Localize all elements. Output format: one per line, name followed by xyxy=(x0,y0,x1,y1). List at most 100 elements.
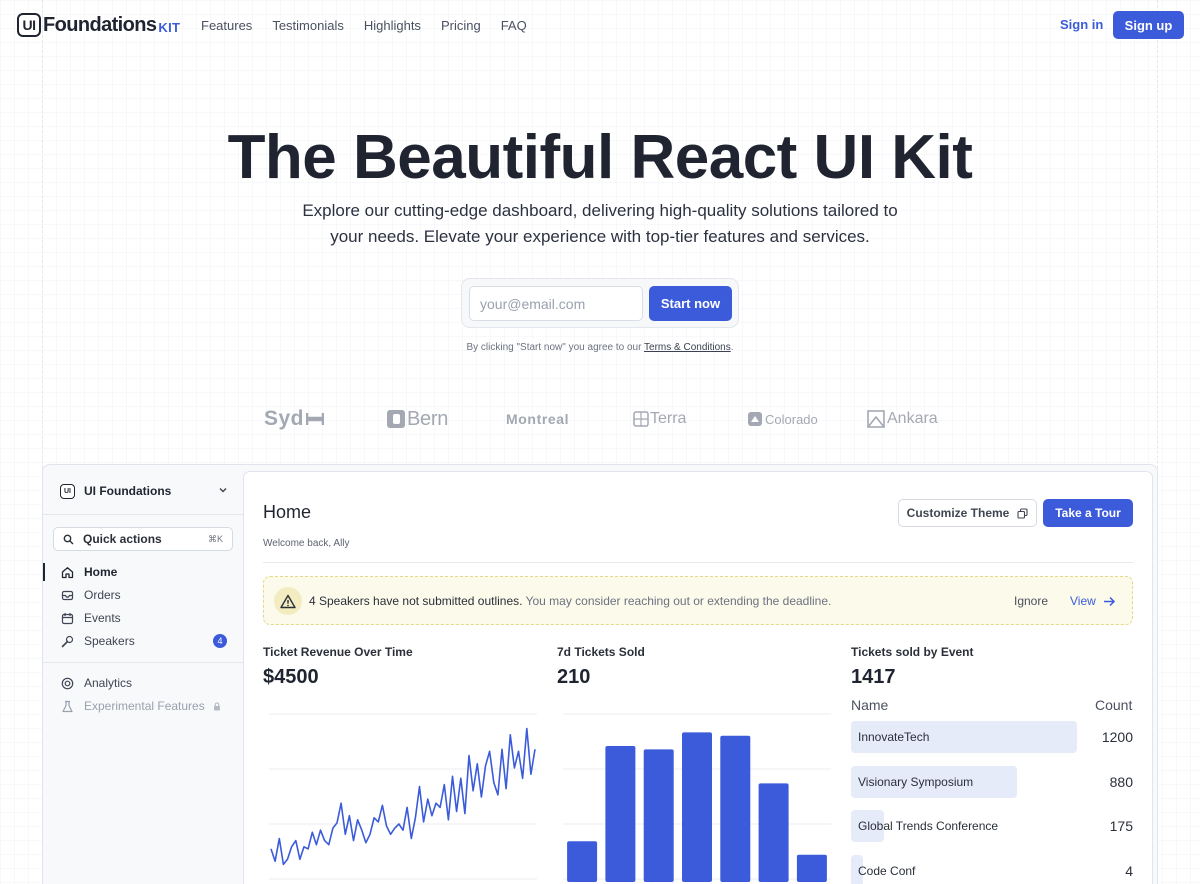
bar-wed xyxy=(682,732,712,882)
table-row: Code Conf 4 xyxy=(851,855,1133,884)
nav-link-testimonials[interactable]: Testimonials xyxy=(272,18,344,33)
speakers-icon xyxy=(61,635,74,648)
nav-link-faq[interactable]: FAQ xyxy=(501,18,527,33)
alert-strong-text: 4 Speakers have not submitted outlines. xyxy=(309,594,523,608)
home-icon xyxy=(61,566,74,579)
logo-text: Foundations xyxy=(43,13,157,36)
welcome-message: Welcome back, Ally xyxy=(263,538,350,549)
sign-in-link[interactable]: Sign in xyxy=(1060,17,1103,32)
brand-syd-logo: Syd xyxy=(264,406,325,432)
chevron-down-icon xyxy=(218,485,228,498)
revenue-line-chart: Mar 31Apr 8Apr 16Apr 24May 2May 10May 18… xyxy=(269,713,537,880)
active-indicator xyxy=(43,563,45,581)
row-name: Code Conf xyxy=(858,864,916,879)
take-tour-button[interactable]: Take a Tour xyxy=(1043,499,1133,527)
speakers-alert: 4 Speakers have not submitted outlines. … xyxy=(263,576,1133,625)
hero-title: The Beautiful React UI Kit xyxy=(227,123,973,192)
lock-icon xyxy=(213,701,221,711)
sidebar-divider xyxy=(43,662,243,663)
brand-colorado-logo: Colorado xyxy=(747,406,818,432)
row-count: 4 xyxy=(1125,863,1133,880)
start-now-button[interactable]: Start now xyxy=(649,286,732,321)
row-count: 880 xyxy=(1109,773,1133,790)
logo[interactable]: UI Foundations KIT xyxy=(17,13,180,37)
nav-link-pricing[interactable]: Pricing xyxy=(441,18,481,33)
sidebar-divider xyxy=(43,514,243,515)
customize-theme-button[interactable]: Customize Theme xyxy=(898,499,1037,527)
quick-actions-label: Quick actions xyxy=(83,532,162,546)
revenue-card-value: $4500 xyxy=(263,666,319,688)
main-panel: Home Welcome back, Ally Customize Theme … xyxy=(243,471,1153,884)
sign-up-button[interactable]: Sign up xyxy=(1113,11,1184,39)
sidebar-item-label: Speakers xyxy=(84,634,135,648)
sold-card-label: 7d Tickets Sold xyxy=(557,645,645,659)
nav-links: Features Testimonials Highlights Pricing… xyxy=(201,18,527,33)
signup-form: Start now xyxy=(461,278,739,328)
warning-icon xyxy=(274,587,302,615)
dashboard-preview: UI UI Foundations Quick actions ⌘K Home xyxy=(42,464,1158,884)
quick-actions-button[interactable]: Quick actions ⌘K xyxy=(53,527,233,551)
row-name: Visionary Symposium xyxy=(858,774,974,789)
bar-tue xyxy=(643,749,674,882)
row-name: Global Trends Conference xyxy=(858,819,999,834)
row-name: InnovateTech xyxy=(858,730,930,744)
sidebar: UI UI Foundations Quick actions ⌘K Home xyxy=(43,465,243,884)
alert-soft-text: You may consider reaching out or extendi… xyxy=(525,594,832,608)
copy-icon xyxy=(1017,507,1028,519)
sidebar-item-experimental[interactable]: Experimental Features xyxy=(61,696,227,716)
shortcut-hint: ⌘K xyxy=(207,533,223,544)
sidebar-item-events[interactable]: Events xyxy=(61,608,227,628)
row-count: 175 xyxy=(1109,818,1133,835)
bar-sat xyxy=(796,854,827,882)
events-card-label: Tickets sold by Event xyxy=(851,645,974,659)
sidebar-item-label: Home xyxy=(84,565,118,579)
revenue-card-label: Ticket Revenue Over Time xyxy=(263,645,413,659)
bar-thu xyxy=(720,735,751,882)
tickets-bar-chart: SunMonTueWedThuFriSat xyxy=(563,713,831,882)
logo-kit: KIT xyxy=(158,19,181,35)
bar-sun xyxy=(567,841,598,882)
terms-prefix: By clicking "Start now" you agree to our xyxy=(466,342,645,353)
header-divider xyxy=(263,562,1133,563)
top-nav: UI Foundations KIT Features Testimonials… xyxy=(0,0,1200,52)
bar-fri xyxy=(758,783,789,882)
table-row: Global Trends Conference 175 xyxy=(851,810,1133,843)
sidebar-item-label: Experimental Features xyxy=(84,699,205,713)
terms-link[interactable]: Terms & Conditions xyxy=(644,342,731,353)
table-row: Visionary Symposium 880 xyxy=(851,765,1133,798)
analytics-icon xyxy=(61,677,74,690)
nav-link-features[interactable]: Features xyxy=(201,18,252,33)
sidebar-item-analytics[interactable]: Analytics xyxy=(61,673,227,693)
workspace-name: UI Foundations xyxy=(84,484,172,498)
alert-view-button[interactable]: View xyxy=(1070,594,1116,608)
nav-link-highlights[interactable]: Highlights xyxy=(364,18,421,33)
sidebar-item-speakers[interactable]: Speakers 4 xyxy=(61,631,227,651)
sidebar-item-label: Events xyxy=(84,611,121,625)
brand-montreal-logo: Montreal xyxy=(506,411,570,427)
flask-icon xyxy=(61,700,74,713)
brand-ankara-logo: Ankara xyxy=(867,406,938,432)
page-title: Home xyxy=(263,502,312,522)
search-icon xyxy=(63,534,74,545)
sold-card-value: 210 xyxy=(557,666,591,688)
orders-icon xyxy=(61,589,74,602)
workspace-badge: UI xyxy=(60,483,75,499)
table-row: InnovateTech 1200 xyxy=(851,721,1133,753)
brand-logos: Syd Bern Montreal Terra Colorado Ankara xyxy=(0,406,1200,432)
sidebar-item-label: Analytics xyxy=(84,676,133,690)
customize-theme-label: Customize Theme xyxy=(906,506,1010,520)
email-input[interactable] xyxy=(469,286,643,321)
brand-terra-logo: Terra xyxy=(633,406,686,432)
sidebar-item-orders[interactable]: Orders xyxy=(61,585,227,605)
events-card-value: 1417 xyxy=(851,666,896,688)
terms-suffix: . xyxy=(730,342,734,353)
table-header-count: Count xyxy=(1095,697,1133,713)
hero-subtitle: Explore our cutting-edge dashboard, deli… xyxy=(302,201,898,246)
events-icon xyxy=(61,612,74,625)
row-count: 1200 xyxy=(1101,729,1133,745)
speakers-count-badge: 4 xyxy=(213,634,227,648)
bar-mon xyxy=(605,746,636,882)
workspace-switcher[interactable]: UI UI Foundations xyxy=(60,481,228,501)
alert-ignore-button[interactable]: Ignore xyxy=(1014,594,1048,608)
sidebar-item-home[interactable]: Home xyxy=(61,562,227,582)
